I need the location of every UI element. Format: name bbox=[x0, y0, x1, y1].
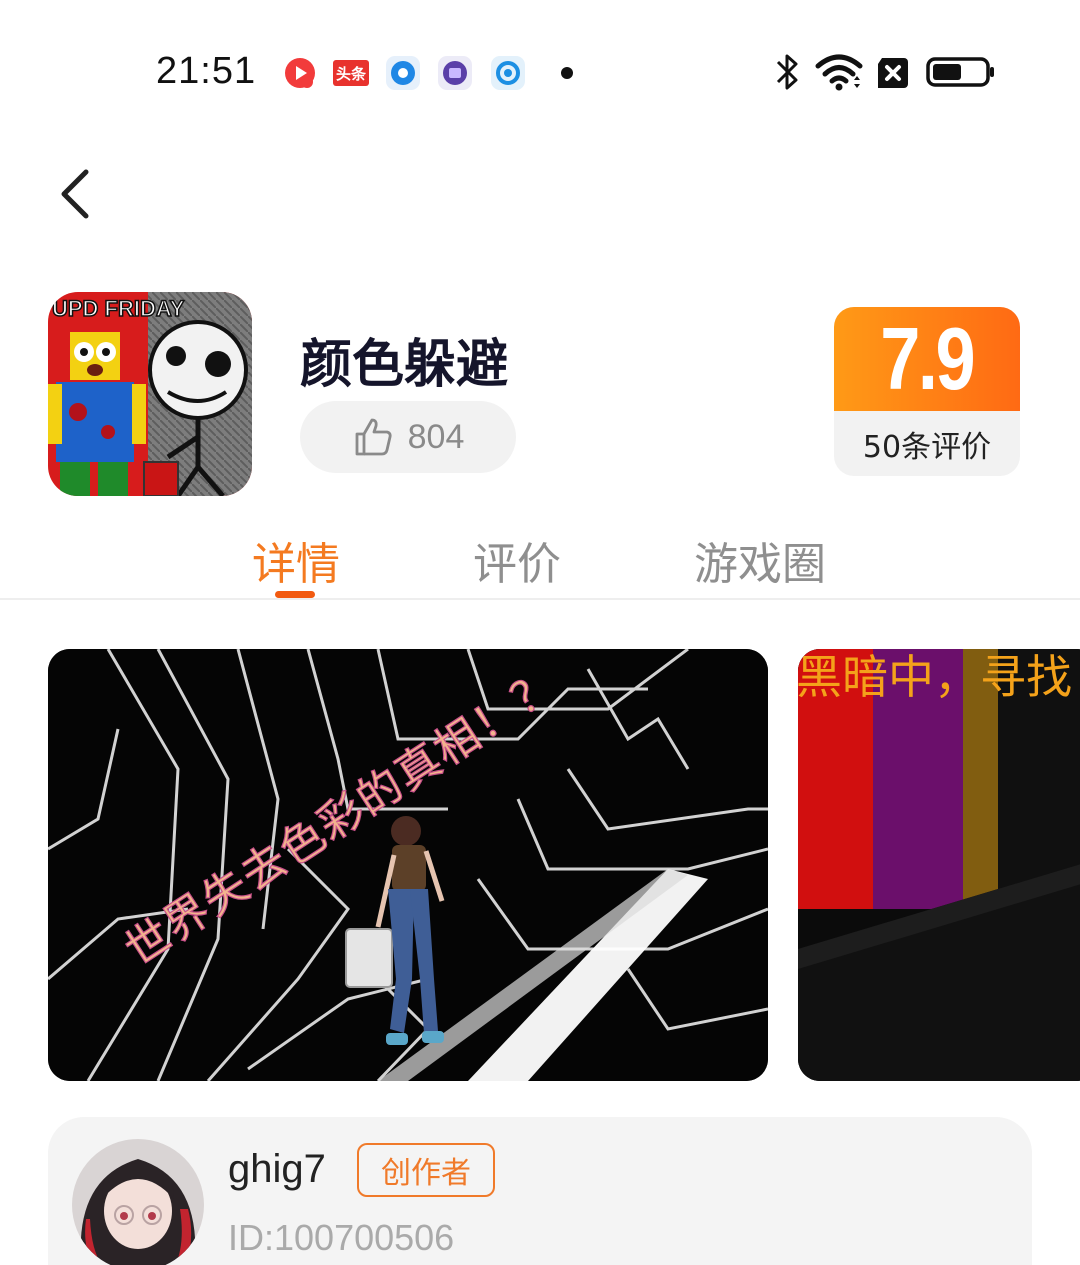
battery-icon bbox=[926, 57, 994, 87]
review-count-label: 50条评价 bbox=[862, 429, 992, 465]
status-time: 21:51 bbox=[156, 50, 257, 92]
status-bar: 21:51 头条 bbox=[0, 0, 1080, 140]
screenshot-1[interactable]: 世界失去色彩的真相！？ bbox=[48, 649, 768, 1081]
at-app-icon bbox=[491, 56, 525, 90]
more-notifications-dot-icon bbox=[561, 67, 573, 79]
like-count: 804 bbox=[407, 417, 465, 456]
active-tab-indicator bbox=[275, 591, 315, 598]
tab-details[interactable]: 详情 bbox=[252, 528, 340, 592]
creator-badge: 创作者 bbox=[357, 1143, 495, 1197]
blue-circle-app-icon bbox=[386, 56, 420, 90]
bluetooth-icon bbox=[776, 54, 798, 90]
video-app-icon bbox=[285, 58, 315, 88]
tab-reviews[interactable]: 评价 bbox=[473, 528, 561, 592]
rating-card[interactable]: 7.9 50条评价 bbox=[834, 307, 1020, 476]
back-button[interactable] bbox=[44, 160, 114, 230]
app-title: 颜色躲避 bbox=[300, 335, 509, 395]
app-icon[interactable]: UPD FRIDAY bbox=[48, 292, 252, 496]
app-icon-banner-text: UPD FRIDAY bbox=[52, 296, 185, 321]
sim-blocked-icon bbox=[878, 58, 908, 88]
chevron-left-icon bbox=[61, 169, 89, 219]
purple-app-icon bbox=[438, 56, 472, 90]
like-button[interactable]: 804 bbox=[300, 401, 516, 473]
svg-text:头条: 头条 bbox=[336, 65, 367, 83]
wifi-icon bbox=[815, 54, 863, 91]
creator-id: ID:100700506 bbox=[228, 1217, 455, 1258]
app-detail-page: 21:51 头条 UPD FRIDAY 颜色躲避 804 7.9 50条评价 详… bbox=[0, 0, 1080, 1265]
creator-card[interactable]: ghig7 创作者 ID:100700506 bbox=[48, 1117, 1032, 1265]
tab-bar: 详情 评价 游戏圈 bbox=[0, 520, 1080, 600]
rating-score-box: 7.9 bbox=[834, 307, 1020, 411]
screenshot-2-caption: 黑暗中，寻找 bbox=[798, 650, 1072, 704]
rating-score: 7.9 bbox=[880, 309, 976, 408]
creator-name[interactable]: ghig7 bbox=[228, 1147, 326, 1192]
screenshot-2[interactable]: 黑暗中，寻找 bbox=[798, 649, 1080, 1081]
thumbs-up-icon bbox=[355, 418, 392, 456]
toutiao-icon: 头条 bbox=[333, 60, 369, 86]
tab-game-circle[interactable]: 游戏圈 bbox=[694, 528, 826, 592]
creator-avatar[interactable] bbox=[72, 1139, 204, 1265]
